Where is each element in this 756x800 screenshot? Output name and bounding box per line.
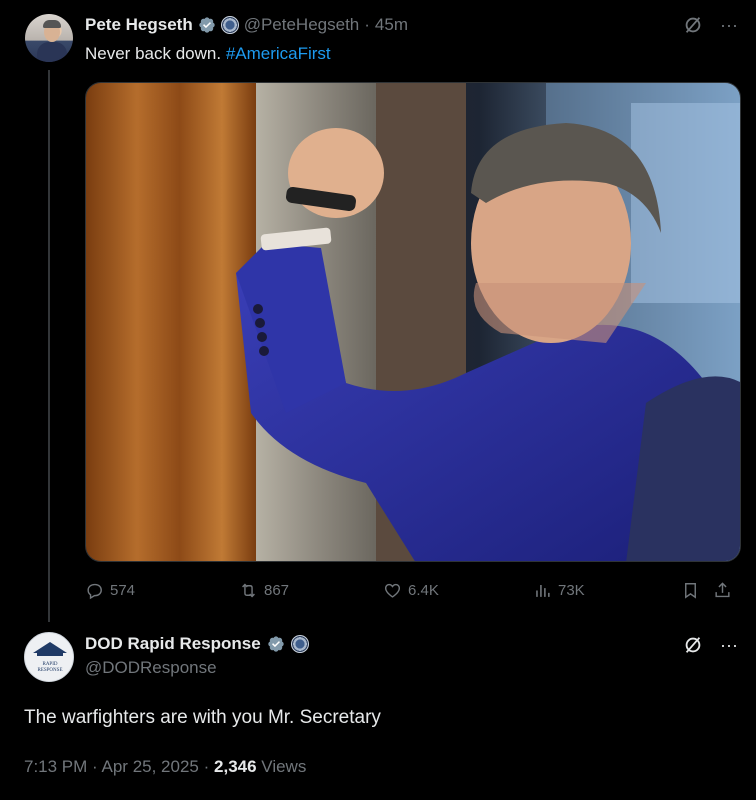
view-count: 73K (558, 581, 585, 599)
government-seal-icon (290, 635, 309, 653)
tweet1-action-bar: 574 867 6.4K 73K (85, 578, 741, 602)
reply-button[interactable]: 574 (85, 578, 135, 602)
author-handle[interactable]: @PeteHegseth (244, 15, 360, 35)
like-count: 6.4K (408, 581, 439, 599)
tweet2-text: The warfighters are with you Mr. Secreta… (24, 707, 381, 728)
tweet2-top-actions: ··· (682, 634, 738, 656)
verified-badge-icon (268, 636, 284, 652)
heart-icon (384, 583, 401, 598)
svg-text:RESPONSE: RESPONSE (37, 668, 62, 673)
svg-text:RAPID: RAPID (42, 662, 57, 667)
avatar-dod-rapid-response[interactable]: RAPID RESPONSE (24, 632, 74, 682)
tweet-time[interactable]: 45m (375, 15, 408, 35)
grok-icon[interactable] (682, 634, 704, 656)
like-button[interactable]: 6.4K (383, 578, 439, 602)
separator-dot: · (92, 757, 98, 776)
separator-dot: · (364, 15, 370, 34)
views-button[interactable]: 73K (533, 578, 585, 602)
repost-count: 867 (264, 581, 290, 599)
tweet2-header: DOD Rapid Response (85, 633, 309, 655)
tweet-body: Never back down. (85, 44, 222, 63)
government-seal-icon (220, 16, 239, 34)
tweet1-top-actions: ··· (682, 14, 738, 36)
repost-icon (242, 583, 255, 597)
views-label: Views (261, 757, 307, 776)
more-options-icon[interactable]: ··· (720, 635, 738, 656)
bookmark-button[interactable] (681, 578, 700, 602)
avatar-pete-hegseth[interactable] (25, 14, 73, 62)
share-icon (715, 581, 730, 597)
tweet1-text: Never back down. #AmericaFirst (85, 44, 331, 64)
tweet-date[interactable]: Apr 25, 2025 (102, 757, 199, 776)
reply-icon (87, 583, 102, 599)
more-options-icon[interactable]: ··· (720, 15, 738, 36)
bookmark-icon (685, 582, 696, 599)
tweet-photo[interactable] (85, 82, 741, 562)
repost-button[interactable]: 867 (239, 578, 289, 602)
author-handle[interactable]: @DODResponse (85, 658, 217, 678)
author-name[interactable]: Pete Hegseth (85, 15, 193, 35)
tweet2-meta: 7:13 PM · Apr 25, 2025 · 2,346 Views (24, 757, 306, 777)
hashtag-link[interactable]: #AmericaFirst (226, 44, 331, 63)
share-button[interactable] (713, 578, 732, 602)
tweet1-header: Pete Hegseth @PeteHegseth · 45m (85, 14, 408, 36)
author-name[interactable]: DOD Rapid Response (85, 634, 261, 654)
tweet-time[interactable]: 7:13 PM (24, 757, 87, 776)
thread-connector-line (48, 70, 50, 622)
views-count: 2,346 (214, 757, 257, 776)
reply-count: 574 (110, 581, 136, 599)
separator-dot: · (203, 757, 210, 776)
analytics-icon (536, 584, 550, 597)
verified-badge-icon (199, 17, 215, 33)
grok-icon[interactable] (682, 14, 704, 36)
